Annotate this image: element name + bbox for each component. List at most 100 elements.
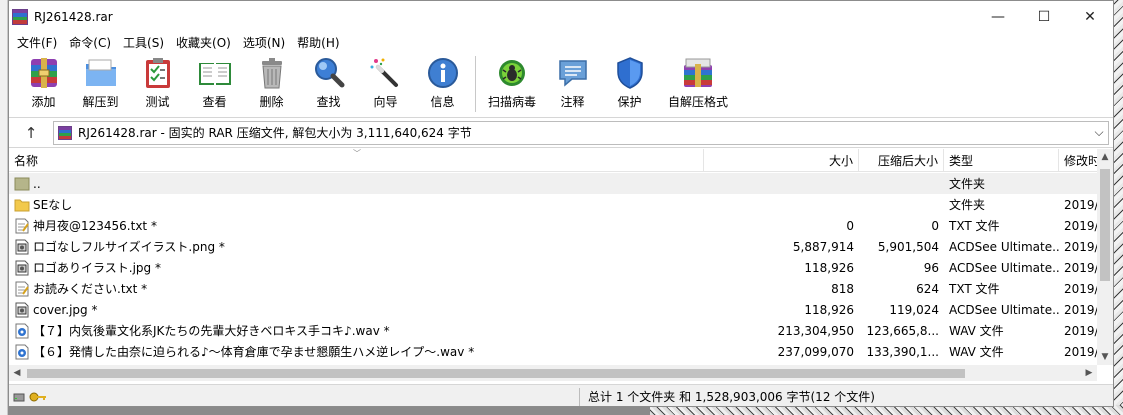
column-header-row: 名称 大小 压缩后大小 类型 修改时 ﹀ (9, 149, 1097, 172)
file-name-cell: 【６】発情した由奈に迫られる♪～体育倉庫で孕ませ懇願生ハメ逆レイプ～.wav * (9, 341, 704, 362)
file-name-cell: cover.jpg * (9, 299, 704, 320)
protect-label: 保护 (617, 95, 642, 109)
folder-icon (14, 197, 30, 213)
comment-button[interactable]: 注释 (544, 52, 601, 112)
file-type-cell: WAV 文件 (949, 324, 1004, 338)
image-file-icon (14, 239, 30, 255)
file-packed-cell: 119,024 (889, 302, 939, 317)
file-row[interactable]: 【６】発情した由奈に迫られる♪～体育倉庫で孕ませ懇願生ハメ逆レイプ～.wav *… (9, 341, 1097, 362)
protect-button[interactable]: 保护 (601, 52, 658, 112)
file-name: SEなし (33, 198, 73, 212)
scroll-down-icon[interactable]: ▼ (1097, 349, 1113, 365)
wizard-button[interactable]: 向导 (357, 52, 414, 112)
file-row[interactable]: 神月夜@123456.txt * 0 0 TXT 文件 2019/ (9, 215, 1097, 236)
file-size-cell (704, 194, 859, 215)
info-icon (427, 58, 458, 88)
status-icons (9, 391, 579, 403)
view-button[interactable]: 查看 (186, 52, 243, 112)
title-bar: RJ261428.rar — ☐ ✕ (9, 1, 1113, 32)
column-header-type[interactable]: 类型 (944, 149, 1059, 172)
file-size-cell: 118,926 (804, 302, 854, 317)
menu-options[interactable]: 选项(N) (237, 34, 291, 51)
info-button[interactable]: 信息 (414, 52, 471, 112)
scroll-up-icon[interactable]: ▲ (1097, 149, 1113, 165)
file-size-cell: 118,926 (804, 260, 854, 275)
up-one-level-button[interactable]: ↑ (9, 119, 53, 147)
minimize-button[interactable]: — (975, 1, 1021, 32)
file-type-cell: WAV 文件 (949, 345, 1004, 359)
view-book-icon (198, 63, 231, 85)
text-file-icon (14, 218, 30, 234)
column-header-size[interactable]: 大小 (704, 149, 859, 172)
file-size-cell: 5,887,914 (792, 239, 854, 254)
test-button[interactable]: 测试 (129, 52, 186, 112)
vertical-scroll-thumb[interactable] (1100, 169, 1110, 281)
scroll-right-icon[interactable]: ▶ (1081, 365, 1097, 381)
file-packed-cell (859, 173, 944, 194)
file-size-cell (704, 173, 859, 194)
column-header-modified[interactable]: 修改时 (1059, 149, 1097, 172)
extract-to-label: 解压到 (82, 95, 119, 109)
status-summary: 总计 1 个文件夹 和 1,528,903,006 字节(12 个文件) (588, 390, 875, 404)
image-file-icon (14, 302, 30, 318)
file-row[interactable]: お読みください.txt * 818 624 TXT 文件 2019/ (9, 278, 1097, 299)
drive-icon[interactable] (13, 391, 25, 403)
wizard-label: 向导 (373, 95, 398, 109)
address-field[interactable]: RJ261428.rar - 固实的 RAR 压缩文件, 解包大小为 3,111… (53, 120, 1109, 145)
file-name: 【６】発情した由奈に迫られる♪～体育倉庫で孕ませ懇願生ハメ逆レイプ～.wav * (33, 345, 475, 359)
close-button[interactable]: ✕ (1067, 1, 1113, 32)
menu-commands[interactable]: 命令(C) (63, 34, 117, 51)
audio-file-icon (14, 344, 30, 360)
text-file-icon (14, 281, 30, 297)
file-type-cell: ACDSee Ultimate... (949, 239, 1059, 254)
file-row[interactable]: .. 文件夹 (9, 173, 1097, 194)
file-modified-cell (1059, 173, 1097, 194)
winrar-app-icon (12, 8, 28, 25)
file-row[interactable]: ロゴありイラスト.jpg * 118,926 96 ACDSee Ultimate..… (9, 257, 1097, 278)
menu-file[interactable]: 文件(F) (11, 34, 63, 51)
horizontal-scrollbar[interactable]: ◀ ▶ (9, 365, 1097, 381)
file-name-cell: ロゴなしフルサイズイラスト.png * (9, 236, 704, 257)
parent-folder-icon (14, 176, 30, 192)
menu-favorites[interactable]: 收藏夹(O) (170, 34, 237, 51)
add-label: 添加 (31, 95, 56, 109)
virus-scan-label: 扫描病毒 (487, 95, 536, 109)
add-button[interactable]: 添加 (15, 52, 72, 112)
delete-button[interactable]: 删除 (243, 52, 300, 112)
column-header-packed[interactable]: 压缩后大小 (859, 149, 944, 172)
file-type-cell: 文件夹 (949, 177, 986, 191)
sfx-archive-icon (684, 58, 712, 87)
extract-to-button[interactable]: 解压到 (72, 52, 129, 112)
file-row[interactable]: cover.jpg * 118,926 119,024 ACDSee Ultimate… (9, 299, 1097, 320)
scroll-left-icon[interactable]: ◀ (9, 365, 25, 381)
file-type-cell: ACDSee Ultimate... (949, 302, 1059, 317)
file-packed-cell: 5,901,504 (877, 239, 939, 254)
key-icon[interactable] (29, 391, 47, 403)
file-packed-cell (859, 194, 944, 215)
find-button[interactable]: 查找 (300, 52, 357, 112)
background-window-edge (0, 0, 8, 415)
vertical-scrollbar[interactable]: ▲ ▼ (1097, 149, 1113, 365)
comment-label: 注释 (560, 95, 585, 109)
chevron-down-icon[interactable]: ⌵ (1090, 125, 1108, 140)
sfx-button[interactable]: 自解压格式 (658, 52, 738, 112)
file-row[interactable]: ロゴなしフルサイズイラスト.png * 5,887,914 5,901,504 ACD… (9, 236, 1097, 257)
file-name: ロゴなしフルサイズイラスト.png * (33, 240, 225, 254)
file-row[interactable]: SEなし 文件夹 2019/ (9, 194, 1097, 215)
file-row[interactable]: 【７】内気後輩文化系JKたちの先輩大好きベロキス手コキ♪.wav * 213,30… (9, 320, 1097, 341)
file-name-cell: .. (9, 173, 704, 194)
file-name: 神月夜@123456.txt * (33, 219, 157, 233)
file-packed-cell: 624 (916, 281, 939, 296)
horizontal-scroll-thumb[interactable] (27, 369, 965, 378)
info-label: 信息 (430, 95, 455, 109)
file-name-cell: 神月夜@123456.txt * (9, 215, 704, 236)
virus-scan-button[interactable]: 扫描病毒 (480, 52, 544, 112)
menu-help[interactable]: 帮助(H) (291, 34, 345, 51)
file-name: お読みください.txt * (33, 282, 148, 296)
file-type-cell: TXT 文件 (949, 282, 1000, 296)
test-clipboard-icon (145, 58, 170, 88)
maximize-button[interactable]: ☐ (1021, 1, 1067, 32)
file-list: 名称 大小 压缩后大小 类型 修改时 ﹀ .. 文件夹 SEなし 文件夹 2019/神月… (9, 149, 1113, 381)
menu-tools[interactable]: 工具(S) (117, 34, 170, 51)
file-name: 【７】内気後輩文化系JKたちの先輩大好きベロキス手コキ♪.wav * (33, 324, 390, 338)
